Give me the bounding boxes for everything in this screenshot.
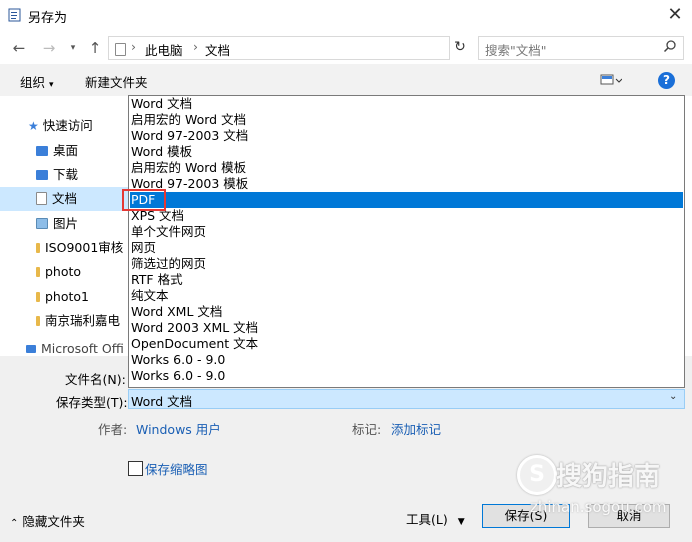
navigation-pane: ★ 快速访问 桌面 下载 文档 图片 ISO9001审核 photo photo… (0, 96, 164, 356)
breadcrumb-documents[interactable]: 文档 (205, 40, 230, 59)
save-type-label: 保存类型(T): (56, 395, 128, 410)
search-placeholder: 搜索"文档" (485, 43, 547, 58)
new-folder-button[interactable]: 新建文件夹 (85, 72, 148, 91)
thumbnail-label[interactable]: 保存缩略图 (145, 459, 208, 478)
organize-label: 组织 (20, 75, 46, 90)
address-bar[interactable]: › 此电脑 › 文档 ⌄ (108, 36, 551, 60)
back-arrow-icon[interactable]: ← (8, 37, 30, 59)
option-word-xml[interactable]: Word XML 文档 (130, 304, 683, 320)
breadcrumb-this-pc[interactable]: 此电脑 (145, 40, 183, 59)
close-icon[interactable]: ✕ (664, 4, 686, 26)
recent-locations-chevron-icon[interactable]: ▾ (62, 37, 84, 59)
star-icon: ★ (28, 119, 39, 133)
sidebar-item-label: photo1 (45, 289, 90, 304)
option-works[interactable]: Works 6.0 - 9.0 (130, 352, 683, 368)
option-works-2[interactable]: Works 6.0 - 9.0 (130, 368, 683, 384)
option-word-2003-xml[interactable]: Word 2003 XML 文档 (130, 320, 683, 336)
option-xps[interactable]: XPS 文档 (130, 208, 683, 224)
tags-label: 标记: (352, 422, 382, 437)
option-word-template[interactable]: Word 模板 (130, 144, 683, 160)
refresh-icon[interactable]: ↻ (450, 36, 470, 58)
option-pdf[interactable]: PDF (130, 192, 683, 208)
option-rtf[interactable]: RTF 格式 (130, 272, 683, 288)
add-tags-link[interactable]: 添加标记 (391, 419, 441, 438)
option-word-macro-template[interactable]: 启用宏的 Word 模板 (130, 160, 683, 176)
folder-icon (36, 242, 40, 253)
folder-icon (36, 291, 40, 302)
sidebar-item-label: photo (45, 264, 82, 279)
sidebar-item-label: 南京瑞利嘉电 (45, 313, 121, 328)
filename-label: 文件名(N): (65, 372, 126, 387)
chevron-down-icon: ⌄ (669, 391, 678, 402)
sidebar-item-label: 文档 (52, 191, 78, 206)
save-type-value: Word 文档 (131, 394, 193, 409)
tools-button[interactable]: 工具(L) ▼ (406, 509, 465, 528)
author-value[interactable]: Windows 用户 (136, 419, 221, 438)
sidebar-item-label: Microsoft Offi (41, 342, 124, 356)
folder-icon (36, 315, 40, 326)
forward-arrow-icon[interactable]: → (38, 37, 60, 59)
save-type-dropdown-list: Word 文档 启用宏的 Word 文档 Word 97-2003 文档 Wor… (128, 95, 685, 388)
folder-icon (36, 266, 40, 277)
author-label: 作者: (98, 422, 128, 437)
chevron-down-icon: ▾ (49, 80, 54, 90)
sidebar-item-label: 图片 (53, 216, 79, 231)
chevron-up-icon: ⌃ (10, 518, 19, 529)
sidebar-item-label: ISO9001审核 (45, 240, 124, 255)
save-type-select[interactable]: Word 文档 ⌄ (128, 389, 685, 409)
sidebar-item-label: 下载 (53, 167, 79, 182)
option-single-file-web[interactable]: 单个文件网页 (130, 224, 683, 240)
breadcrumb-separator-icon: › (193, 39, 198, 54)
hide-folders-label: 隐藏文件夹 (22, 514, 85, 529)
sidebar-item-label: 桌面 (53, 143, 79, 158)
word-doc-icon (8, 8, 22, 22)
option-opendocument[interactable]: OpenDocument 文本 (130, 336, 683, 352)
watermark-brand: 搜狗指南 (556, 462, 661, 492)
window-title: 另存为 (28, 11, 68, 26)
office-icon (26, 344, 36, 353)
search-icon (663, 39, 677, 56)
option-word-97-2003-doc[interactable]: Word 97-2003 文档 (130, 128, 683, 144)
option-web-page[interactable]: 网页 (130, 240, 683, 256)
up-arrow-icon[interactable]: ↑ (84, 37, 106, 59)
watermark-url: zhinan.sogou.com (530, 498, 667, 516)
option-plain-text[interactable]: 纯文本 (130, 288, 683, 304)
hide-folders-button[interactable]: ⌃ 隐藏文件夹 (10, 511, 85, 530)
download-folder-icon (36, 169, 48, 180)
thumbnail-checkbox[interactable] (128, 461, 143, 476)
chevron-down-icon: ▼ (457, 517, 465, 527)
tools-label: 工具(L) (406, 512, 448, 527)
command-toolbar: 组织 ▾ 新建文件夹 ? (0, 64, 692, 96)
option-word-doc[interactable]: Word 文档 (130, 96, 683, 112)
title-bar: 另存为 ✕ (0, 0, 692, 32)
search-input[interactable]: 搜索"文档" (478, 36, 684, 60)
pictures-folder-icon (36, 218, 48, 229)
organize-button[interactable]: 组织 ▾ (20, 72, 54, 91)
pdf-highlight-box (122, 189, 166, 211)
sogou-logo-icon: S (517, 455, 557, 495)
option-filtered-web[interactable]: 筛选过的网页 (130, 256, 683, 272)
breadcrumb-separator-icon: › (131, 39, 136, 54)
option-word-macro-doc[interactable]: 启用宏的 Word 文档 (130, 112, 683, 128)
documents-folder-icon (36, 192, 47, 205)
documents-folder-icon (115, 42, 126, 57)
help-icon[interactable]: ? (658, 72, 675, 89)
option-word-97-2003-template[interactable]: Word 97-2003 模板 (130, 176, 683, 192)
view-options-icon[interactable] (600, 73, 623, 90)
sidebar-quick-access-label: 快速访问 (42, 118, 93, 133)
desktop-folder-icon (36, 145, 48, 156)
